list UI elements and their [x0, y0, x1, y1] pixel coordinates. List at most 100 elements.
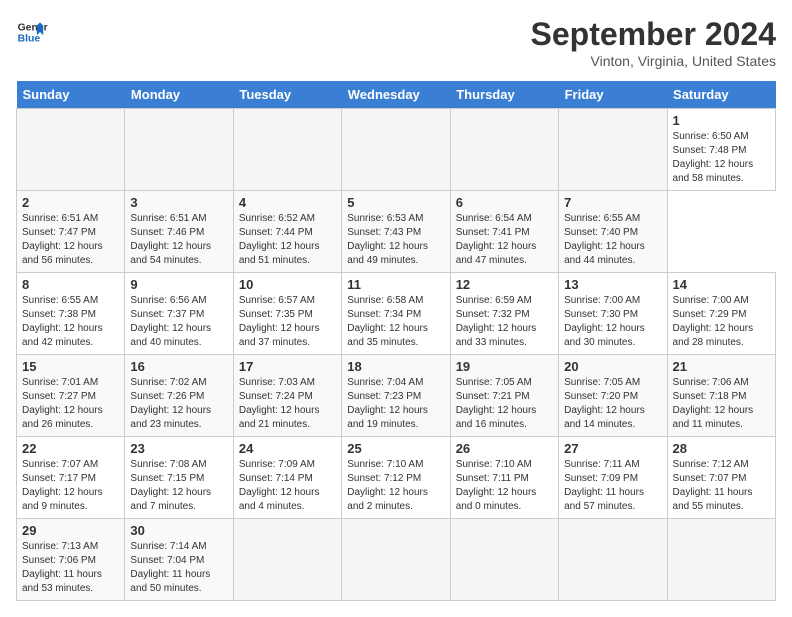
- day-number: 14: [673, 277, 770, 292]
- svg-text:General: General: [18, 22, 48, 33]
- week-row-4: 15 Sunrise: 7:01 AMSunset: 7:27 PMDayligh…: [17, 355, 776, 437]
- day-info: Sunrise: 6:59 AMSunset: 7:32 PMDaylight:…: [456, 295, 537, 348]
- day-number: 17: [239, 359, 336, 374]
- day-cell-15: 15 Sunrise: 7:01 AMSunset: 7:27 PMDayligh…: [17, 355, 125, 437]
- empty-cell: [17, 109, 125, 191]
- day-cell-10: 10 Sunrise: 6:57 AMSunset: 7:35 PMDayligh…: [233, 273, 341, 355]
- empty-cell: [125, 109, 233, 191]
- day-cell-7: 7 Sunrise: 6:55 AMSunset: 7:40 PMDaylight…: [559, 191, 667, 273]
- header-row: SundayMondayTuesdayWednesdayThursdayFrid…: [17, 81, 776, 109]
- day-number: 26: [456, 441, 553, 456]
- empty-cell: [450, 519, 558, 601]
- header: General Blue September 2024 Vinton, Virg…: [16, 16, 776, 69]
- day-number: 4: [239, 195, 336, 210]
- day-number: 7: [564, 195, 661, 210]
- day-info: Sunrise: 7:08 AMSunset: 7:15 PMDaylight:…: [130, 459, 211, 512]
- day-info: Sunrise: 6:55 AMSunset: 7:40 PMDaylight:…: [564, 213, 645, 266]
- day-info: Sunrise: 7:10 AMSunset: 7:11 PMDaylight:…: [456, 459, 537, 512]
- day-number: 16: [130, 359, 227, 374]
- day-cell-23: 23 Sunrise: 7:08 AMSunset: 7:15 PMDayligh…: [125, 437, 233, 519]
- empty-cell: [233, 519, 341, 601]
- day-number: 25: [347, 441, 444, 456]
- col-header-thursday: Thursday: [450, 81, 558, 109]
- day-number: 3: [130, 195, 227, 210]
- empty-cell: [450, 109, 558, 191]
- day-info: Sunrise: 7:02 AMSunset: 7:26 PMDaylight:…: [130, 377, 211, 430]
- day-info: Sunrise: 6:58 AMSunset: 7:34 PMDaylight:…: [347, 295, 428, 348]
- day-cell-8: 8 Sunrise: 6:55 AMSunset: 7:38 PMDaylight…: [17, 273, 125, 355]
- day-number: 9: [130, 277, 227, 292]
- day-info: Sunrise: 7:04 AMSunset: 7:23 PMDaylight:…: [347, 377, 428, 430]
- day-cell-2: 2 Sunrise: 6:51 AMSunset: 7:47 PMDaylight…: [17, 191, 125, 273]
- day-number: 8: [22, 277, 119, 292]
- title-area: September 2024 Vinton, Virginia, United …: [531, 16, 776, 69]
- day-cell-11: 11 Sunrise: 6:58 AMSunset: 7:34 PMDayligh…: [342, 273, 450, 355]
- day-number: 22: [22, 441, 119, 456]
- day-info: Sunrise: 7:13 AMSunset: 7:06 PMDaylight:…: [22, 541, 102, 594]
- day-info: Sunrise: 6:50 AMSunset: 7:48 PMDaylight:…: [673, 131, 754, 184]
- day-number: 28: [673, 441, 770, 456]
- col-header-tuesday: Tuesday: [233, 81, 341, 109]
- day-cell-27: 27 Sunrise: 7:11 AMSunset: 7:09 PMDayligh…: [559, 437, 667, 519]
- day-info: Sunrise: 7:11 AMSunset: 7:09 PMDaylight:…: [564, 459, 644, 512]
- day-info: Sunrise: 6:55 AMSunset: 7:38 PMDaylight:…: [22, 295, 103, 348]
- day-number: 11: [347, 277, 444, 292]
- day-cell-18: 18 Sunrise: 7:04 AMSunset: 7:23 PMDayligh…: [342, 355, 450, 437]
- day-number: 29: [22, 523, 119, 538]
- day-number: 18: [347, 359, 444, 374]
- day-cell-24: 24 Sunrise: 7:09 AMSunset: 7:14 PMDayligh…: [233, 437, 341, 519]
- day-info: Sunrise: 6:53 AMSunset: 7:43 PMDaylight:…: [347, 213, 428, 266]
- day-cell-5: 5 Sunrise: 6:53 AMSunset: 7:43 PMDaylight…: [342, 191, 450, 273]
- day-cell-19: 19 Sunrise: 7:05 AMSunset: 7:21 PMDayligh…: [450, 355, 558, 437]
- day-info: Sunrise: 7:03 AMSunset: 7:24 PMDaylight:…: [239, 377, 320, 430]
- week-row-1: 1Sunrise: 6:50 AMSunset: 7:48 PMDaylight…: [17, 109, 776, 191]
- day-number: 27: [564, 441, 661, 456]
- day-cell-12: 12Sunrise: 6:59 AMSunset: 7:32 PMDayligh…: [450, 273, 558, 355]
- day-info: Sunrise: 7:05 AMSunset: 7:21 PMDaylight:…: [456, 377, 537, 430]
- day-cell-22: 22 Sunrise: 7:07 AMSunset: 7:17 PMDayligh…: [17, 437, 125, 519]
- day-number: 24: [239, 441, 336, 456]
- empty-cell: [342, 109, 450, 191]
- svg-text:Blue: Blue: [18, 34, 41, 45]
- day-cell-16: 16 Sunrise: 7:02 AMSunset: 7:26 PMDayligh…: [125, 355, 233, 437]
- day-info: Sunrise: 7:10 AMSunset: 7:12 PMDaylight:…: [347, 459, 428, 512]
- logo-icon: General Blue: [16, 16, 48, 48]
- empty-cell: [667, 519, 775, 601]
- day-info: Sunrise: 7:01 AMSunset: 7:27 PMDaylight:…: [22, 377, 103, 430]
- day-number: 10: [239, 277, 336, 292]
- day-number: 30: [130, 523, 227, 538]
- day-number: 19: [456, 359, 553, 374]
- day-cell-30: 30Sunrise: 7:14 AMSunset: 7:04 PMDayligh…: [125, 519, 233, 601]
- day-cell-26: 26 Sunrise: 7:10 AMSunset: 7:11 PMDayligh…: [450, 437, 558, 519]
- day-info: Sunrise: 7:07 AMSunset: 7:17 PMDaylight:…: [22, 459, 103, 512]
- col-header-monday: Monday: [125, 81, 233, 109]
- day-cell-20: 20 Sunrise: 7:05 AMSunset: 7:20 PMDayligh…: [559, 355, 667, 437]
- logo: General Blue: [16, 16, 48, 48]
- day-number: 20: [564, 359, 661, 374]
- day-cell-3: 3 Sunrise: 6:51 AMSunset: 7:46 PMDaylight…: [125, 191, 233, 273]
- calendar-table: SundayMondayTuesdayWednesdayThursdayFrid…: [16, 81, 776, 601]
- day-cell-1: 1Sunrise: 6:50 AMSunset: 7:48 PMDaylight…: [667, 109, 775, 191]
- day-info: Sunrise: 6:57 AMSunset: 7:35 PMDaylight:…: [239, 295, 320, 348]
- day-cell-25: 25 Sunrise: 7:10 AMSunset: 7:12 PMDayligh…: [342, 437, 450, 519]
- day-number: 2: [22, 195, 119, 210]
- day-info: Sunrise: 6:51 AMSunset: 7:47 PMDaylight:…: [22, 213, 103, 266]
- week-row-6: 29 Sunrise: 7:13 AMSunset: 7:06 PMDayligh…: [17, 519, 776, 601]
- day-cell-9: 9Sunrise: 6:56 AMSunset: 7:37 PMDaylight…: [125, 273, 233, 355]
- subtitle: Vinton, Virginia, United States: [531, 53, 776, 69]
- empty-cell: [233, 109, 341, 191]
- day-number: 15: [22, 359, 119, 374]
- day-info: Sunrise: 6:52 AMSunset: 7:44 PMDaylight:…: [239, 213, 320, 266]
- day-number: 13: [564, 277, 661, 292]
- day-info: Sunrise: 7:05 AMSunset: 7:20 PMDaylight:…: [564, 377, 645, 430]
- day-number: 23: [130, 441, 227, 456]
- col-header-wednesday: Wednesday: [342, 81, 450, 109]
- day-cell-28: 28Sunrise: 7:12 AMSunset: 7:07 PMDayligh…: [667, 437, 775, 519]
- day-number: 5: [347, 195, 444, 210]
- day-info: Sunrise: 7:09 AMSunset: 7:14 PMDaylight:…: [239, 459, 320, 512]
- day-number: 21: [673, 359, 770, 374]
- day-info: Sunrise: 6:51 AMSunset: 7:46 PMDaylight:…: [130, 213, 211, 266]
- day-cell-21: 21Sunrise: 7:06 AMSunset: 7:18 PMDayligh…: [667, 355, 775, 437]
- day-cell-17: 17 Sunrise: 7:03 AMSunset: 7:24 PMDayligh…: [233, 355, 341, 437]
- day-cell-4: 4 Sunrise: 6:52 AMSunset: 7:44 PMDaylight…: [233, 191, 341, 273]
